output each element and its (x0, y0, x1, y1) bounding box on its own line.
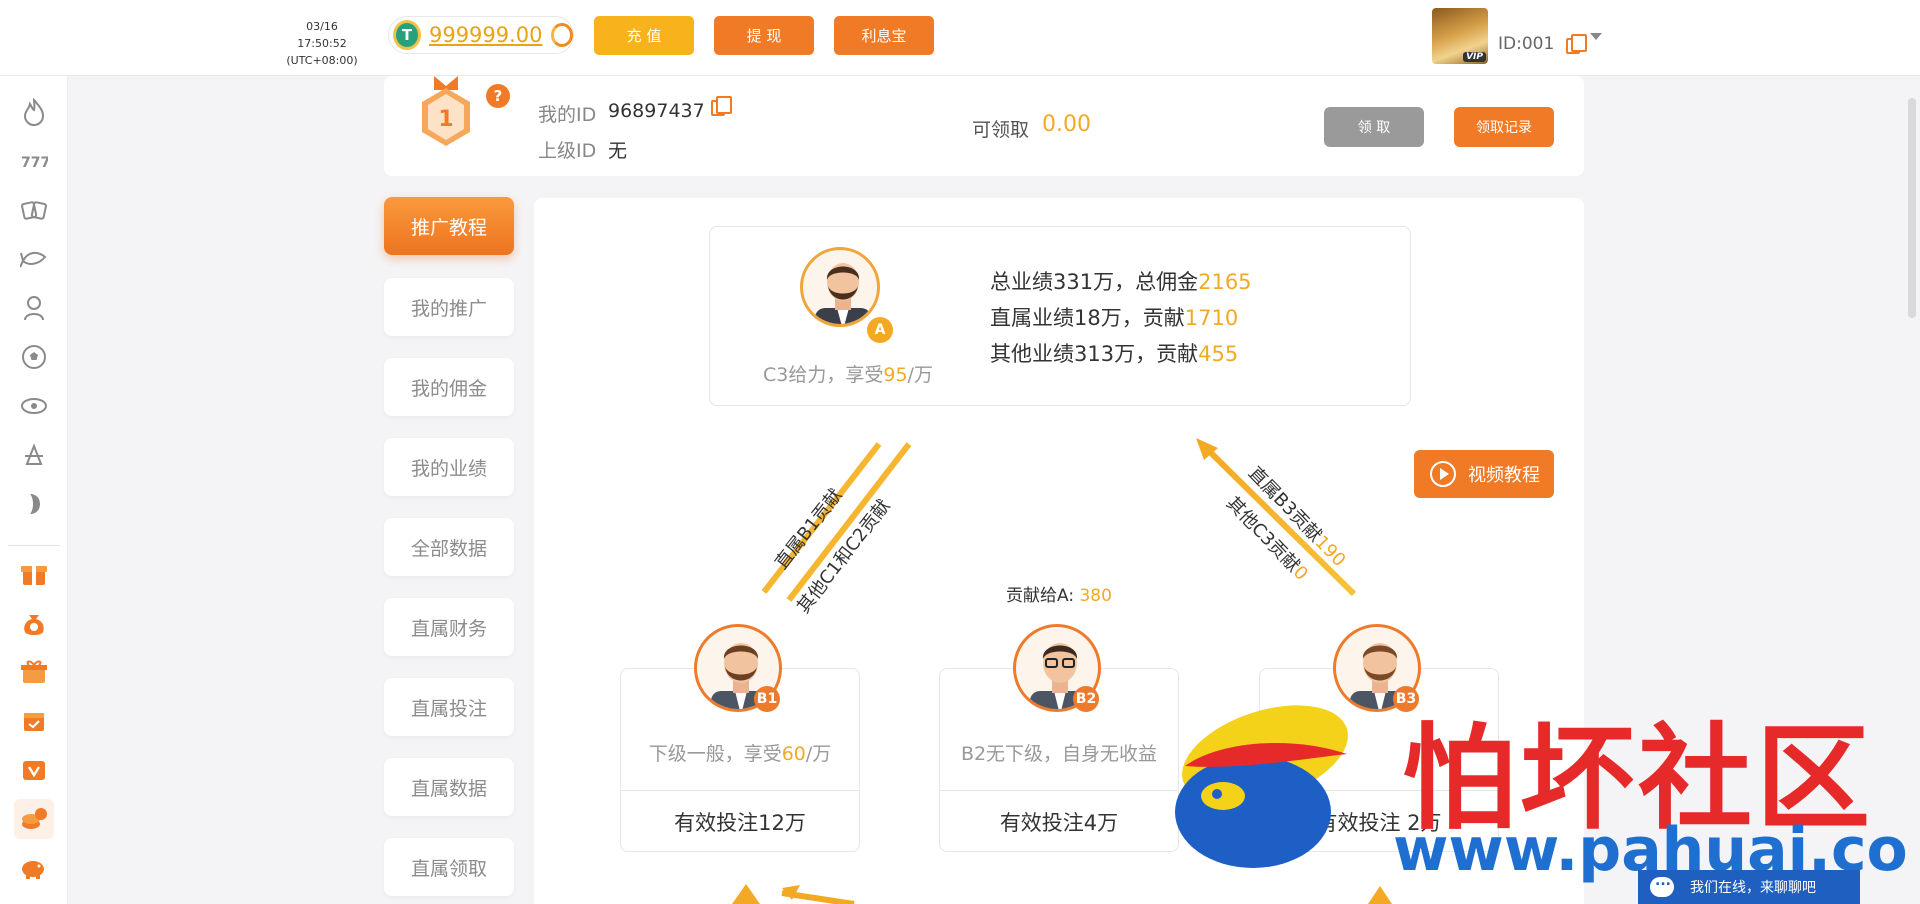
sidebar-divider (8, 545, 60, 546)
menu-direct-bets[interactable]: 直属投注 (384, 678, 514, 736)
claim-button[interactable]: 领 取 (1324, 107, 1424, 147)
referral-info-card: 1 ? 我的ID 96897437 上级ID 无 可领取 0.00 领 取 领取… (384, 76, 1584, 176)
money-bag-icon[interactable] (14, 603, 54, 643)
live-chat-widget[interactable]: 我们在线，来聊聊吧 (1638, 870, 1860, 904)
my-id-label: 我的ID (538, 104, 597, 126)
calendar-icon[interactable] (14, 701, 54, 741)
stat-total: 总业绩331万，总佣金2165 (990, 270, 1252, 294)
usdt-coin-icon: T (393, 20, 421, 50)
soccer-ball-icon[interactable] (14, 337, 54, 377)
node-b1-bets: 有效投注12万 (674, 811, 806, 835)
top-bar: 03/16 17:50:52 (UTC+08:00) T 999999.00 充… (0, 0, 1920, 76)
menu-tutorial[interactable]: 推广教程 (384, 197, 514, 255)
piggy-bank-icon[interactable] (14, 848, 54, 888)
fire-icon[interactable] (14, 92, 54, 132)
copy-my-id-icon[interactable] (711, 96, 732, 116)
balance-amount[interactable]: 999999.00 (429, 23, 543, 47)
cards-icon[interactable] (14, 190, 54, 230)
clock: 03/16 17:50:52 (UTC+08:00) (282, 18, 362, 69)
medal-rank: 1 (438, 107, 453, 132)
slots-777-icon[interactable]: 777 (14, 141, 54, 181)
dealer-icon[interactable] (14, 288, 54, 328)
video-tutorial-label: 视频教程 (1468, 465, 1540, 486)
node-b2-caption: B2无下级，自身无收益 (960, 743, 1158, 765)
refresh-icon[interactable] (550, 23, 573, 47)
stat-other: 其他业绩313万，贡献455 (990, 342, 1239, 366)
menu-direct-claims[interactable]: 直属领取 (384, 838, 514, 896)
lottery-icon[interactable] (14, 386, 54, 426)
claimable-label: 可领取 (972, 119, 1030, 141)
node-b1-divider (621, 790, 859, 791)
recharge-button[interactable]: 充 值 (594, 16, 694, 55)
menu-my-performance[interactable]: 我的业绩 (384, 438, 514, 496)
arrow-head-bottom-left (732, 884, 760, 904)
chat-label: 我们在线，来聊聊吧 (1690, 880, 1816, 896)
clock-datetime: 03/16 17:50:52 (297, 20, 347, 50)
help-icon[interactable]: ? (486, 84, 510, 108)
stat-direct: 直属业绩18万，贡献1710 (990, 306, 1239, 330)
avatar-a (800, 247, 880, 327)
cockfight-icon[interactable] (14, 484, 54, 524)
claimable-value: 0.00 (1042, 112, 1091, 137)
video-tutorial-button[interactable]: 视频教程 (1414, 450, 1554, 498)
rooster-icon[interactable] (14, 435, 54, 475)
menu-direct-finance[interactable]: 直属财务 (384, 598, 514, 656)
clock-timezone: (UTC+08:00) (286, 54, 358, 67)
menu-my-commission[interactable]: 我的佣金 (384, 358, 514, 416)
menu-all-data[interactable]: 全部数据 (384, 518, 514, 576)
menu-direct-data[interactable]: 直属数据 (384, 758, 514, 816)
vip-shield-icon[interactable] (14, 750, 54, 790)
copy-id-icon[interactable] (1566, 34, 1587, 54)
withdraw-button[interactable]: 提 现 (714, 16, 814, 55)
gift-box-icon[interactable] (14, 554, 54, 594)
node-b2-divider (940, 790, 1178, 791)
node-a-tag: A (867, 317, 893, 343)
node-b2-tag: B2 (1073, 686, 1099, 712)
parent-id-label: 上级ID (538, 140, 597, 162)
menu-my-promotion[interactable]: 我的推广 (384, 278, 514, 336)
game-sidebar: 777 (0, 76, 68, 904)
present-icon[interactable] (14, 652, 54, 692)
page-scrollbar-thumb[interactable] (1908, 98, 1916, 318)
node-b2-bets: 有效投注4万 (999, 811, 1119, 835)
arrow-head-bottom-right (1368, 886, 1392, 904)
my-id-value: 96897437 (608, 100, 705, 122)
fish-icon[interactable] (14, 239, 54, 279)
rank-medal-icon: 1 (416, 76, 476, 148)
play-icon (1430, 461, 1456, 487)
vip-badge: VIP (1463, 52, 1486, 62)
parent-id-value: 无 (608, 140, 628, 162)
arrow-b3-to-a (1201, 443, 1357, 597)
node-b1-caption: 下级一般，享受60/万 (648, 743, 832, 765)
interest-treasure-button[interactable]: 利息宝 (834, 16, 934, 55)
balance-box: T 999999.00 (388, 16, 574, 54)
node-b1-tag: B1 (754, 686, 780, 712)
user-id: ID:001 (1498, 34, 1555, 54)
node-a-caption: C3给力，享受95/万 (763, 364, 933, 386)
chevron-down-icon[interactable] (1590, 33, 1602, 40)
claim-record-button[interactable]: 领取记录 (1454, 107, 1554, 147)
watermark-logo (1165, 700, 1375, 880)
coins-icon[interactable] (14, 799, 54, 839)
svg-text:777: 777 (21, 155, 48, 170)
chat-bubble-icon (1650, 873, 1674, 897)
node-a-card: A C3给力，享受95/万 总业绩331万，总佣金2165 直属业绩18万，贡献… (709, 226, 1411, 406)
contribution-to-a: 贡献给A: 380 (1006, 586, 1112, 606)
user-avatar[interactable]: VIP (1432, 8, 1488, 64)
